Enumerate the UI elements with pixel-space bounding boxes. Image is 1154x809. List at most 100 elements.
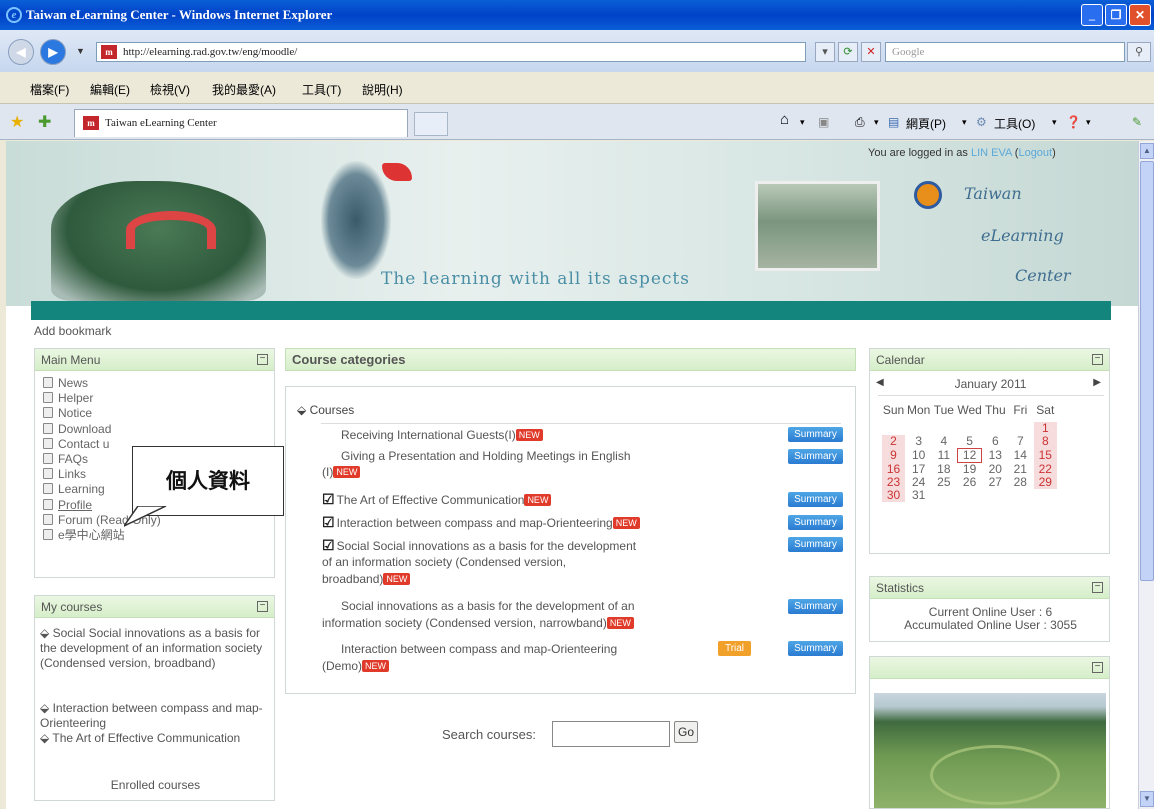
- favorites-star-icon[interactable]: ★: [10, 112, 24, 132]
- calendar-day[interactable]: 8: [1033, 435, 1057, 448]
- add-favorite-icon[interactable]: ✚: [38, 112, 51, 132]
- course-5-cont2[interactable]: broadband) NEW: [322, 572, 411, 587]
- summary-button[interactable]: Summary: [788, 515, 843, 530]
- help-icon[interactable]: ❓: [1066, 115, 1081, 129]
- url-dropdown-button[interactable]: ▾: [815, 42, 835, 62]
- calendar-day[interactable]: 6: [984, 435, 1007, 448]
- page-dropdown-icon[interactable]: ▾: [962, 117, 967, 128]
- home-dropdown-icon[interactable]: ▾: [800, 117, 805, 128]
- logout-link[interactable]: Logout: [1018, 147, 1052, 159]
- collapse-icon[interactable]: −: [1092, 354, 1103, 365]
- course-2[interactable]: Giving a Presentation and Holding Meetin…: [341, 449, 631, 464]
- collapse-icon[interactable]: −: [257, 354, 268, 365]
- minimize-button[interactable]: _: [1081, 4, 1103, 26]
- calendar-day[interactable]: 2: [882, 435, 905, 448]
- search-courses-input[interactable]: [552, 721, 670, 747]
- menu-notice[interactable]: Notice: [43, 407, 92, 420]
- back-button[interactable]: ◀: [8, 39, 34, 65]
- calendar-day[interactable]: 15: [1033, 448, 1057, 463]
- summary-button[interactable]: Summary: [788, 427, 843, 442]
- calendar-day[interactable]: 13: [984, 448, 1007, 463]
- my-course-2[interactable]: ⬙ Interaction between compass and map-Or…: [40, 701, 270, 731]
- menu-profile[interactable]: Profile: [43, 499, 92, 512]
- menu-download[interactable]: Download: [43, 423, 111, 436]
- course-5[interactable]: ☑ Social Social innovations as a basis fo…: [322, 538, 636, 554]
- refresh-icon[interactable]: ⟳: [838, 42, 858, 62]
- my-course-1[interactable]: ⬙ Social Social innovations as a basis f…: [40, 626, 270, 671]
- course-2-cont[interactable]: (I) NEW: [322, 465, 361, 480]
- feeds-icon[interactable]: ▣: [818, 115, 829, 129]
- help-dropdown-icon[interactable]: ▾: [1086, 117, 1091, 128]
- menu-favorites[interactable]: 我的最愛(A): [212, 81, 276, 98]
- calendar-day[interactable]: 27: [984, 476, 1007, 489]
- maximize-button[interactable]: ❐: [1105, 4, 1127, 26]
- course-4[interactable]: ☑ Interaction between compass and map-Ori…: [322, 515, 640, 531]
- collapse-icon[interactable]: −: [1092, 662, 1103, 673]
- course-3[interactable]: ☑ The Art of Effective Communication NEW: [322, 492, 552, 508]
- calendar-day[interactable]: 31: [907, 489, 930, 502]
- calendar-day[interactable]: 7: [1009, 435, 1032, 448]
- search-input[interactable]: Google: [885, 42, 1125, 62]
- calendar-day[interactable]: 12: [957, 448, 982, 463]
- calendar-day[interactable]: 26: [957, 476, 981, 489]
- course-7[interactable]: Interaction between compass and map-Orie…: [341, 642, 617, 657]
- next-month-icon[interactable]: ▶: [1093, 377, 1101, 388]
- url-field[interactable]: m http://elearning.rad.gov.tw/eng/moodle…: [96, 42, 806, 62]
- scroll-down-icon[interactable]: ▼: [1140, 791, 1154, 807]
- scroll-thumb[interactable]: [1140, 161, 1154, 581]
- course-6[interactable]: Social innovations as a basis for the de…: [341, 599, 635, 614]
- menu-helper[interactable]: Helper: [43, 392, 93, 405]
- calendar-day[interactable]: 5: [957, 435, 981, 448]
- add-bookmark-link[interactable]: Add bookmark: [34, 324, 111, 338]
- menu-edit[interactable]: 編輯(E): [90, 81, 130, 98]
- summary-button[interactable]: Summary: [788, 449, 843, 464]
- menu-file[interactable]: 檔案(F): [30, 81, 69, 98]
- collapse-icon[interactable]: −: [257, 601, 268, 612]
- print-dropdown-icon[interactable]: ▾: [874, 117, 879, 128]
- summary-button[interactable]: Summary: [788, 599, 843, 614]
- scroll-up-icon[interactable]: ▲: [1140, 143, 1154, 159]
- course-5-cont[interactable]: of an information society (Condensed ver…: [322, 555, 566, 570]
- course-6-cont[interactable]: information society (Condensed version, …: [322, 616, 634, 631]
- enrolled-courses-link[interactable]: Enrolled courses: [35, 778, 276, 792]
- forward-button[interactable]: ▶: [40, 39, 66, 65]
- calendar-day[interactable]: 11: [932, 448, 955, 463]
- user-name-link[interactable]: LIN EVA: [971, 147, 1012, 159]
- menu-contact[interactable]: Contact u: [43, 438, 109, 451]
- history-dropdown-icon[interactable]: ▼: [76, 46, 85, 56]
- search-go-button[interactable]: Go: [674, 721, 698, 743]
- menu-learning[interactable]: Learning: [43, 483, 105, 496]
- close-button[interactable]: ✕: [1129, 4, 1151, 26]
- collapse-icon[interactable]: −: [1092, 582, 1103, 593]
- research-icon[interactable]: ✎: [1132, 115, 1142, 129]
- menu-help[interactable]: 說明(H): [362, 81, 403, 98]
- calendar-day[interactable]: 14: [1009, 448, 1032, 463]
- calendar-day[interactable]: 25: [932, 476, 955, 489]
- new-tab-button[interactable]: [414, 112, 448, 136]
- menu-news[interactable]: News: [43, 377, 88, 390]
- menu-tools[interactable]: 工具(T): [302, 81, 341, 98]
- print-icon[interactable]: ⎙: [855, 115, 865, 130]
- menu-links[interactable]: Links: [43, 468, 86, 481]
- course-7-cont[interactable]: (Demo) NEW: [322, 659, 390, 674]
- stop-icon[interactable]: ✕: [861, 42, 881, 62]
- summary-button[interactable]: Summary: [788, 641, 843, 656]
- calendar-day[interactable]: 29: [1033, 476, 1057, 489]
- tools-dropdown-icon[interactable]: ▾: [1052, 117, 1057, 128]
- calendar-day[interactable]: 28: [1009, 476, 1032, 489]
- page-menu[interactable]: 網頁(P): [906, 115, 946, 132]
- trial-button[interactable]: Trial: [718, 641, 751, 656]
- course-1[interactable]: Receiving International Guests(I) NEW: [341, 428, 543, 443]
- vertical-scrollbar[interactable]: ▲ ▼: [1138, 141, 1154, 809]
- summary-button[interactable]: Summary: [788, 492, 843, 507]
- courses-group[interactable]: ⬙ Courses: [297, 403, 354, 417]
- calendar-day[interactable]: 3: [907, 435, 930, 448]
- menu-faqs[interactable]: FAQs: [43, 453, 88, 466]
- home-icon[interactable]: ⌂: [780, 111, 789, 128]
- my-course-3[interactable]: ⬙ The Art of Effective Communication: [40, 731, 270, 746]
- calendar-day[interactable]: 9: [882, 448, 905, 463]
- menu-view[interactable]: 檢視(V): [150, 81, 190, 98]
- summary-button[interactable]: Summary: [788, 537, 843, 552]
- tab-taiwan-elearning[interactable]: m Taiwan eLearning Center: [74, 109, 408, 137]
- calendar-day[interactable]: 4: [932, 435, 955, 448]
